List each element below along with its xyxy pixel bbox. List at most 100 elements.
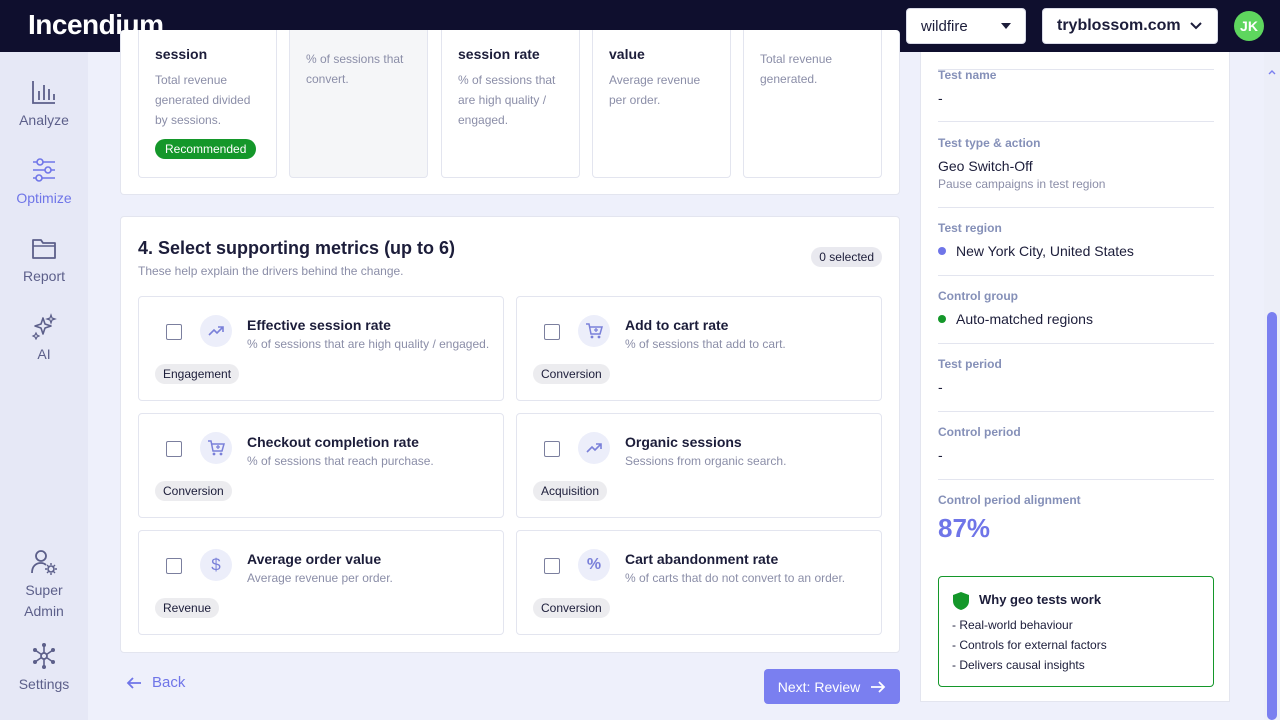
alignment-percentage: 87% xyxy=(938,513,991,543)
scroll-up-icon[interactable] xyxy=(1267,58,1277,88)
primary-metric-card[interactable]: session rate % of sessions that are high… xyxy=(441,30,580,178)
arrow-left-icon xyxy=(126,676,141,689)
back-button[interactable]: Back xyxy=(126,674,185,691)
summary-value: - xyxy=(938,379,943,395)
metric-title: Organic sessions xyxy=(625,434,742,450)
summary-value: New York City, United States xyxy=(938,243,1214,259)
control-group-value: Auto-matched regions xyxy=(956,311,1093,327)
sidebar-item-ai[interactable]: AI xyxy=(0,312,88,365)
primary-metric-card[interactable]: % of sessions that convert. xyxy=(289,30,428,178)
sliders-icon xyxy=(33,158,55,182)
metric-card-add-to-cart-rate[interactable]: Add to cart rate % of sessions that add … xyxy=(516,296,882,401)
metric-card-average-order-value[interactable]: $ Average order value Average revenue pe… xyxy=(138,530,504,635)
folder-icon xyxy=(32,239,56,259)
summary-value: - xyxy=(938,90,943,106)
metric-title: Cart abandonment rate xyxy=(625,551,779,567)
section-title: 4. Select supporting metrics (up to 6) xyxy=(138,238,456,258)
metric-desc: % of sessions that add to cart. xyxy=(625,337,786,351)
bar-chart-icon xyxy=(32,81,55,104)
summary-value: Auto-matched regions xyxy=(938,311,1214,327)
sidebar-item-label: Analyze xyxy=(19,112,69,128)
region-dot-icon xyxy=(938,247,946,255)
scrollbar-thumb[interactable] xyxy=(1267,312,1277,720)
test-region-value: New York City, United States xyxy=(956,243,1134,259)
why-list: - Real-world behaviour - Controls for ex… xyxy=(952,615,1107,675)
metric-tag: Conversion xyxy=(533,364,610,384)
summary-label: Test name xyxy=(938,68,997,82)
metric-tag: Conversion xyxy=(533,598,610,618)
metric-checkbox[interactable] xyxy=(544,324,560,340)
sidebar-item-label: Super xyxy=(25,582,63,598)
metric-title: Checkout completion rate xyxy=(247,434,419,450)
why-item: - Controls for external factors xyxy=(952,638,1107,652)
metric-title: Effective session rate xyxy=(247,317,391,333)
summary-value: - xyxy=(938,447,943,463)
recommended-badge: Recommended xyxy=(155,139,257,159)
workspace-select[interactable]: wildfire xyxy=(906,8,1026,44)
avatar[interactable]: JK xyxy=(1234,11,1264,41)
summary-alignment: Control period alignment 87% xyxy=(938,493,1214,553)
sidebar-item-settings[interactable]: Settings xyxy=(0,642,88,695)
next-review-button[interactable]: Next: Review xyxy=(764,669,900,704)
control-dot-icon xyxy=(938,315,946,323)
summary-test-region: Test region New York City, United States xyxy=(938,221,1214,276)
summary-test-period: Test period - xyxy=(938,357,1214,412)
primary-metric-panel: session Total revenue generated divided … xyxy=(120,30,900,195)
summary-label: Test type & action xyxy=(938,136,1041,150)
sidebar: Analyze Optimize Report AI Super Admin S… xyxy=(0,52,88,720)
primary-metric-desc: % of sessions that are high quality / en… xyxy=(458,73,556,127)
page-scrollbar[interactable] xyxy=(1264,52,1280,720)
metric-card-cart-abandonment-rate[interactable]: % Cart abandonment rate % of carts that … xyxy=(516,530,882,635)
dollar-icon: $ xyxy=(200,549,232,581)
why-title: Why geo tests work xyxy=(979,592,1102,607)
primary-metric-title: value xyxy=(609,46,645,62)
chevron-down-icon xyxy=(1190,22,1202,30)
metric-tag: Engagement xyxy=(155,364,240,384)
sidebar-item-label: Settings xyxy=(18,676,70,692)
metric-desc: % of sessions that are high quality / en… xyxy=(247,337,490,351)
metric-tag: Acquisition xyxy=(533,481,608,501)
next-button-label: Next: Review xyxy=(777,678,861,695)
sidebar-item-optimize[interactable]: Optimize xyxy=(0,156,88,209)
site-select[interactable]: tryblossom.com xyxy=(1042,8,1218,44)
primary-metric-card[interactable]: value Average revenue per order. xyxy=(592,30,731,178)
summary-label: Control period xyxy=(938,425,1021,439)
metric-desc: % of sessions that reach purchase. xyxy=(247,454,434,468)
primary-metric-card[interactable]: Total revenue generated. xyxy=(743,30,882,178)
metric-desc: Sessions from organic search. xyxy=(625,454,787,468)
summary-control-period: Control period - xyxy=(938,425,1214,480)
primary-metric-card[interactable]: session Total revenue generated divided … xyxy=(138,30,277,178)
sidebar-item-label: Admin xyxy=(24,603,64,619)
summary-label: Control group xyxy=(938,289,1018,303)
summary-test-name: Test name - xyxy=(938,68,1214,122)
metric-checkbox[interactable] xyxy=(544,441,560,457)
metric-checkbox[interactable] xyxy=(166,441,182,457)
back-button-label: Back xyxy=(152,674,186,691)
user-gear-icon xyxy=(31,550,57,575)
sidebar-item-super-admin[interactable]: Super Admin xyxy=(0,548,88,622)
summary-label: Test period xyxy=(938,357,1002,371)
metric-title: Add to cart rate xyxy=(625,317,729,333)
metric-checkbox[interactable] xyxy=(544,558,560,574)
metric-checkbox[interactable] xyxy=(166,558,182,574)
why-item: - Delivers causal insights xyxy=(952,658,1085,672)
network-icon xyxy=(33,643,55,669)
summary-sub: Pause campaigns in test region xyxy=(938,177,1106,191)
metric-tag: Revenue xyxy=(155,598,220,618)
metric-card-effective-session-rate[interactable]: Effective session rate % of sessions tha… xyxy=(138,296,504,401)
metric-checkbox[interactable] xyxy=(166,324,182,340)
why-item: - Real-world behaviour xyxy=(952,618,1073,632)
metric-card-organic-sessions[interactable]: Organic sessions Sessions from organic s… xyxy=(516,413,882,518)
metric-card-checkout-completion-rate[interactable]: Checkout completion rate % of sessions t… xyxy=(138,413,504,518)
primary-metric-title: session rate xyxy=(458,46,540,62)
primary-metric-desc: Average revenue per order. xyxy=(609,73,701,107)
why-geo-tests-box: Why geo tests work - Real-world behaviou… xyxy=(938,576,1214,687)
primary-metric-desc: Total revenue generated. xyxy=(760,52,833,86)
primary-metric-desc: Total revenue generated divided by sessi… xyxy=(155,73,251,127)
primary-metric-title: session xyxy=(155,46,208,62)
sidebar-item-report[interactable]: Report xyxy=(0,234,88,287)
sidebar-item-analyze[interactable]: Analyze xyxy=(0,78,88,131)
cart-plus-icon xyxy=(200,432,232,464)
sidebar-item-label: AI xyxy=(37,346,51,362)
primary-metric-desc: % of sessions that convert. xyxy=(306,52,404,86)
